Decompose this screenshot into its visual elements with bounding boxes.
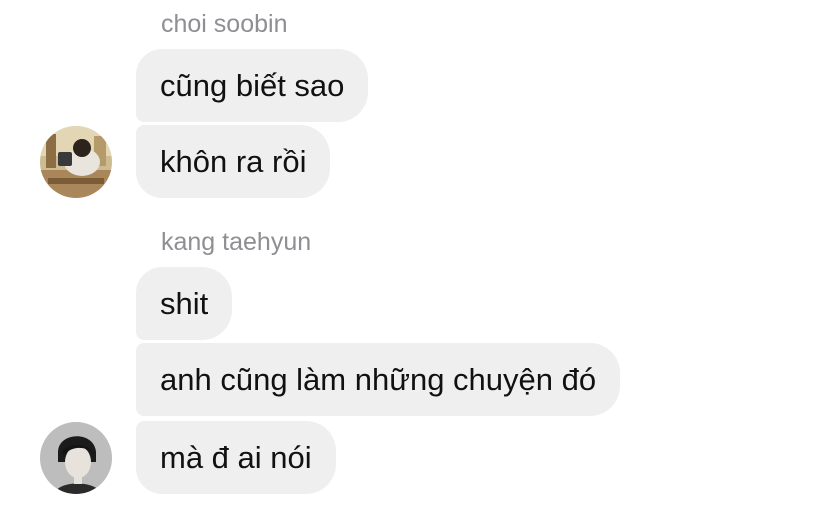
user-photo-avatar-icon	[40, 422, 112, 494]
message-text: mà đ ai nói	[160, 439, 312, 475]
message-bubble[interactable]: mà đ ai nói	[136, 421, 336, 494]
message-bubble[interactable]: shit	[136, 267, 233, 340]
message-bubble[interactable]: khôn ra rồi	[136, 125, 331, 198]
user-photo-avatar-icon	[40, 126, 112, 198]
avatar[interactable]	[40, 126, 112, 198]
sender-name: choi soobin	[161, 10, 288, 38]
message-text: shit	[160, 285, 209, 321]
message-text: khôn ra rồi	[160, 143, 307, 179]
message-text: cũng biết sao	[160, 67, 345, 103]
avatar[interactable]	[40, 422, 112, 494]
message-bubble[interactable]: anh cũng làm những chuyện đó	[136, 343, 621, 416]
message-bubble[interactable]: cũng biết sao	[136, 49, 369, 122]
message-text: anh cũng làm những chuyện đó	[160, 361, 597, 397]
sender-name: kang taehyun	[161, 228, 312, 256]
